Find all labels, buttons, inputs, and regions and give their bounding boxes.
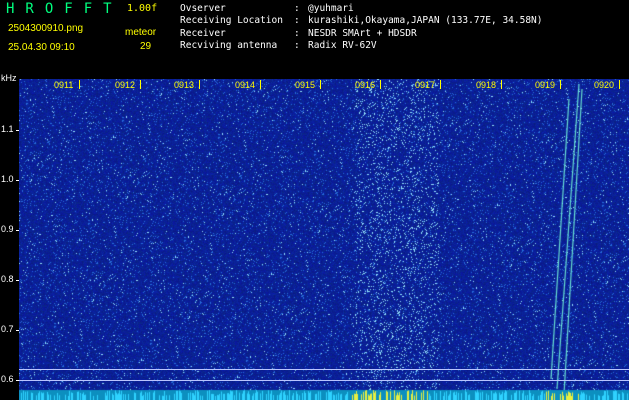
time-tick — [140, 80, 141, 89]
time-tick-label: 0917 — [415, 80, 436, 90]
time-tick — [560, 80, 561, 89]
frequency-tick-label: 0.9 — [1, 224, 14, 234]
time-tick — [199, 80, 200, 89]
time-tick — [320, 80, 321, 89]
app-version: 1.00f — [127, 3, 158, 14]
time-tick-label: 0914 — [235, 80, 256, 90]
time-tick — [440, 80, 441, 89]
info-value: kurashiki,Okayama,JAPAN (133.77E, 34.58N… — [308, 15, 543, 27]
info-value: NESDR SMArt + HDSDR — [308, 27, 417, 39]
frequency-unit: kHz — [1, 73, 17, 83]
frequency-tick — [16, 180, 19, 181]
time-tick — [501, 80, 502, 89]
meteor-count: 29 — [140, 41, 152, 52]
frequency-tick-label: 1.0 — [1, 174, 14, 184]
info-value: Radix RV-62V — [308, 39, 377, 51]
time-tick-label: 0916 — [355, 80, 376, 90]
frequency-tick-label: 1.1 — [1, 124, 14, 134]
frequency-tick — [16, 280, 19, 281]
time-tick — [79, 80, 80, 89]
info-row-receiver: Receiver : NESDR SMArt + HDSDR — [180, 28, 543, 40]
reference-line — [19, 369, 629, 370]
spectrogram-plot — [19, 79, 629, 400]
time-tick-label: 0920 — [594, 80, 615, 90]
capture-datetime: 25.04.30 09:10 — [8, 42, 75, 53]
info-separator: : — [294, 27, 300, 39]
frequency-tick-label: 0.7 — [1, 324, 14, 334]
info-label: Receiver — [180, 27, 226, 39]
frequency-tick — [16, 330, 19, 331]
frequency-tick-label: 0.8 — [1, 274, 14, 284]
info-label: Receiving Location — [180, 15, 283, 27]
app-brand: HROFFT — [6, 1, 123, 17]
info-row-observer: Ovserver : @yuhmari — [180, 3, 543, 15]
image-filename: 2504300910.png — [8, 23, 84, 34]
station-info: Ovserver : @yuhmari Receiving Location :… — [180, 3, 543, 52]
reference-line — [19, 380, 629, 381]
info-row-location: Receiving Location : kurashiki,Okayama,J… — [180, 15, 543, 27]
time-tick-label: 0911 — [54, 80, 74, 90]
time-tick — [619, 80, 620, 89]
info-separator: : — [294, 39, 300, 51]
header-panel: HROFFT 1.00f 2504300910.png 25.04.30 09:… — [0, 0, 629, 78]
info-separator: : — [294, 15, 300, 27]
info-separator: : — [294, 3, 300, 14]
info-label: Ovserver — [180, 3, 226, 14]
frequency-tick-label: 0.6 — [1, 374, 14, 384]
spectrogram-canvas — [19, 79, 629, 400]
info-label: Recviving antenna — [180, 39, 278, 51]
frequency-tick — [16, 130, 19, 131]
frequency-tick — [16, 230, 19, 231]
time-tick-label: 0912 — [115, 80, 136, 90]
info-value: @yuhmari — [308, 3, 354, 14]
meteor-label: meteor — [125, 27, 157, 38]
info-row-antenna: Recviving antenna : Radix RV-62V — [180, 40, 543, 52]
time-tick-label: 0919 — [535, 80, 556, 90]
time-tick-label: 0918 — [476, 80, 497, 90]
time-tick — [260, 80, 261, 89]
time-tick-label: 0913 — [174, 80, 195, 90]
time-tick — [380, 80, 381, 89]
time-tick-label: 0915 — [295, 80, 316, 90]
